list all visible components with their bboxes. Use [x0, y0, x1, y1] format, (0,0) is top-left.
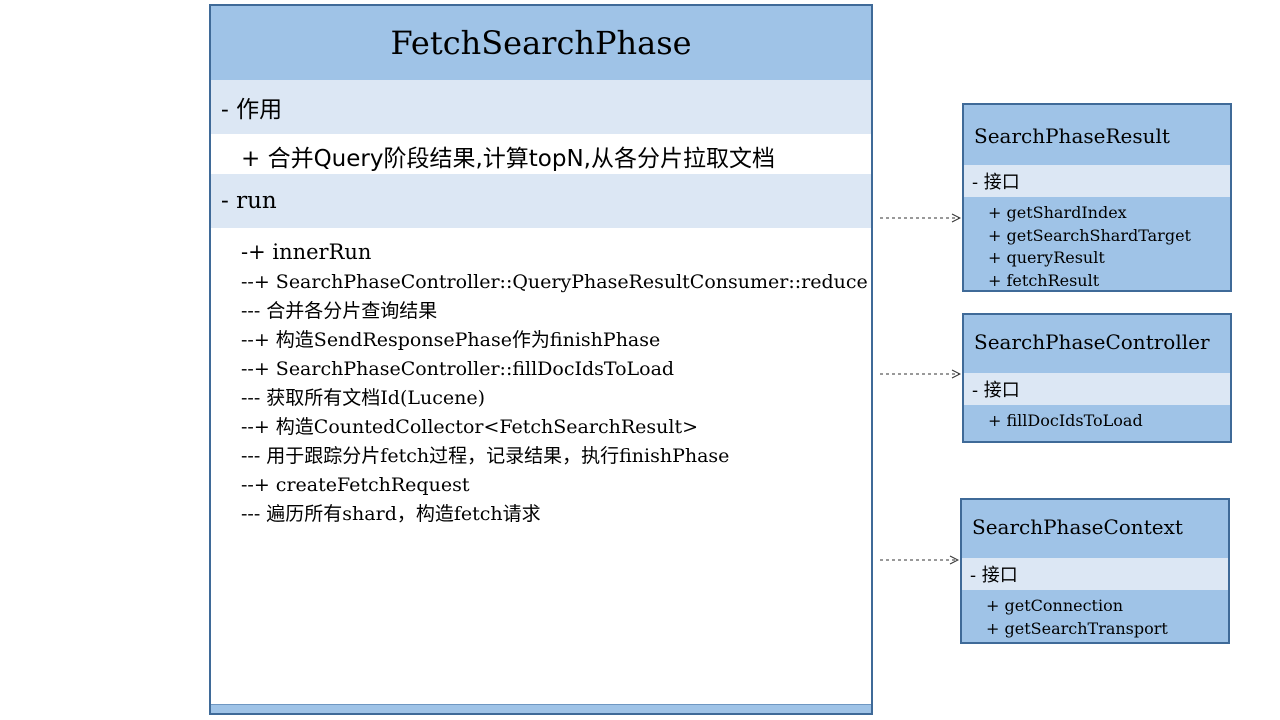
interface-method: + queryResult: [988, 248, 1105, 267]
interface-method-list: + fillDocIdsToLoad: [988, 410, 1143, 433]
diagram-canvas: FetchSearchPhase - 作用 + 合并Query阶段结果,计算to…: [0, 0, 1280, 720]
interface-title: SearchPhaseContext: [972, 515, 1183, 539]
search-phase-context-interface: SearchPhaseContext - 接口 + getConnection …: [960, 498, 1230, 644]
interface-method-list: + getConnection + getSearchTransport: [986, 595, 1168, 640]
search-phase-controller-interface: SearchPhaseController - 接口 + fillDocIdsT…: [962, 313, 1232, 443]
interface-section-header: - 接口: [962, 558, 1228, 590]
interface-method: + fillDocIdsToLoad: [988, 411, 1143, 430]
interface-method: + fetchResult: [988, 270, 1100, 290]
interface-title: SearchPhaseResult: [974, 124, 1170, 148]
interface-title: SearchPhaseController: [974, 330, 1210, 354]
interface-method: + getSearchTransport: [986, 618, 1168, 638]
interface-section-header: - 接口: [964, 373, 1230, 405]
search-phase-result-interface: SearchPhaseResult - 接口 + getShardIndex +…: [962, 103, 1232, 292]
interface-method: + getShardIndex: [988, 203, 1127, 222]
interface-method: + getConnection: [986, 596, 1124, 615]
interface-section-header: - 接口: [964, 165, 1230, 197]
interface-method-list: + getShardIndex + getSearchShardTarget +…: [988, 202, 1191, 292]
interface-method: + getSearchShardTarget: [988, 225, 1191, 245]
